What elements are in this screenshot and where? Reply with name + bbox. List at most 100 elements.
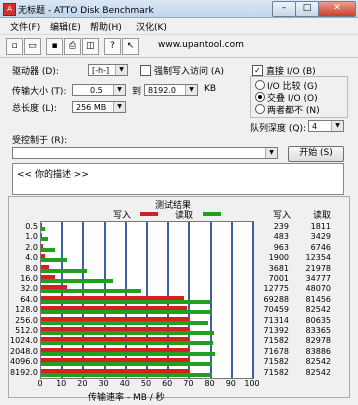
chevron-down-icon: ▼ — [113, 85, 125, 95]
maximize-button[interactable]: □ — [295, 1, 319, 17]
print-icon[interactable]: ⎙ — [64, 38, 81, 55]
help-icon[interactable]: ? — [104, 38, 121, 55]
print-preview-icon[interactable]: ◫ — [82, 38, 99, 55]
close-button[interactable]: ✕ — [318, 1, 356, 17]
read-value: 21978 — [305, 263, 331, 273]
write-value: 71582 — [263, 367, 289, 377]
write-value: 12775 — [263, 284, 289, 294]
read-bar — [41, 289, 141, 294]
io-none-label: 两者都不 (N) — [267, 106, 320, 116]
force-write-checkbox[interactable] — [140, 65, 151, 76]
transfer-from-value: 0.5 — [90, 86, 103, 95]
write-value: 70459 — [263, 305, 289, 315]
total-length-select[interactable]: 256 MB ▼ — [72, 101, 126, 113]
read-bar — [41, 299, 210, 304]
open-folder-icon[interactable]: ▭ — [24, 38, 41, 55]
transfer-to-select[interactable]: 8192.0 ▼ — [144, 84, 198, 96]
read-value: 1811 — [310, 222, 331, 231]
chart-plot-area — [40, 221, 254, 379]
to-label: 到 — [132, 87, 142, 97]
menu-file[interactable]: 文件(F) — [10, 20, 40, 33]
new-file-icon[interactable]: ▫ — [6, 38, 23, 55]
read-value: 82542 — [305, 367, 331, 377]
write-value: 1900 — [268, 253, 289, 263]
start-button[interactable]: 开始 (S) — [288, 146, 344, 162]
legend-write-swatch — [140, 212, 158, 216]
read-value: 80635 — [305, 315, 331, 325]
y-category-label: 128.0 — [15, 305, 38, 315]
io-compare-radio[interactable] — [255, 80, 265, 90]
read-bar — [41, 227, 45, 231]
x-tick-label: 40 — [119, 379, 130, 388]
controlled-by-field[interactable]: ▼ — [12, 147, 278, 159]
legend-read-label: 读取 — [175, 211, 194, 221]
read-value: 83365 — [305, 326, 331, 335]
x-tick-label: 60 — [162, 379, 173, 388]
y-category-label: 512.0 — [15, 326, 38, 335]
description-field[interactable]: << 你的描述 >> — [12, 163, 344, 195]
chevron-down-icon: ▼ — [265, 148, 277, 158]
io-overlap-radio[interactable] — [255, 92, 265, 102]
menu-edit[interactable]: 编辑(E) — [50, 20, 81, 33]
queue-depth-label: 队列深度 (Q): — [250, 124, 306, 134]
read-bar — [41, 310, 212, 315]
read-bar — [41, 351, 215, 356]
menu-help[interactable]: 帮助(H) — [90, 20, 122, 33]
read-bar — [41, 279, 113, 283]
read-bar — [41, 258, 67, 263]
menu-localize[interactable]: 汉化(K) — [136, 20, 167, 33]
title-bar: A 无标题 - ATTO Disk Benchmark – □ ✕ — [0, 0, 358, 18]
read-bar — [41, 372, 212, 377]
y-category-label: 8.0 — [25, 263, 38, 273]
read-value: 82542 — [305, 305, 331, 315]
x-tick-label: 30 — [98, 379, 109, 388]
read-bar — [41, 320, 208, 325]
chevron-down-icon: ▼ — [185, 85, 197, 95]
save-icon[interactable]: ▪ — [46, 38, 63, 55]
x-tick-label: 90 — [225, 379, 236, 388]
read-value: 34777 — [305, 274, 331, 283]
transfer-size-label: 传输大小 (T): — [12, 87, 67, 97]
website-link[interactable]: www.upantool.com — [158, 40, 244, 50]
x-tick-label: 70 — [183, 379, 194, 388]
write-value: 71314 — [263, 315, 289, 325]
x-tick-label: 50 — [140, 379, 152, 388]
drive-value: [-h-] — [92, 66, 110, 75]
io-none-radio[interactable] — [255, 104, 265, 114]
read-value: 3429 — [310, 232, 331, 242]
queue-depth-value: 4 — [312, 122, 318, 131]
x-axis-label: 传输速率 - MB / 秒 — [88, 393, 165, 403]
y-category-label: 1024.0 — [10, 336, 38, 346]
write-value: 239 — [273, 222, 289, 231]
read-bar — [41, 237, 49, 242]
grid-line — [230, 222, 233, 378]
y-category-label: 2.0 — [25, 242, 38, 252]
write-column-header: 写入 — [273, 211, 292, 221]
y-category-label: 0.5 — [25, 222, 38, 231]
write-value: 7001 — [268, 274, 289, 283]
read-value: 6746 — [310, 242, 331, 252]
read-bar — [41, 362, 212, 367]
queue-depth-select[interactable]: 4 ▼ — [308, 120, 344, 132]
read-bar — [41, 341, 213, 346]
window-title: 无标题 - ATTO Disk Benchmark — [18, 6, 154, 16]
toolbar: ▫ ▭ ▪ ⎙ ◫ ? ↖ www.upantool.com — [0, 34, 358, 58]
read-bar — [41, 247, 55, 252]
chevron-down-icon: ▼ — [331, 121, 343, 131]
menu-bar: 文件(F) 编辑(E) 帮助(H) 汉化(K) — [0, 18, 358, 33]
direct-io-checkbox[interactable]: ✓ — [252, 65, 263, 76]
y-category-label: 32.0 — [20, 284, 38, 294]
drive-label: 驱动器 (D): — [12, 67, 59, 77]
y-category-label: 2048.0 — [10, 346, 38, 356]
read-bar — [41, 268, 87, 273]
read-value: 82978 — [305, 336, 331, 346]
y-category-label: 1.0 — [25, 232, 38, 242]
write-value: 963 — [273, 242, 289, 252]
x-tick-label: 20 — [77, 379, 88, 388]
context-help-icon[interactable]: ↖ — [122, 38, 139, 55]
drive-select[interactable]: [-h-] ▼ — [88, 64, 128, 76]
transfer-from-select[interactable]: 0.5 ▼ — [72, 84, 126, 96]
minimize-button[interactable]: – — [272, 1, 296, 17]
total-length-value: 256 MB — [76, 103, 107, 112]
y-category-label: 64.0 — [20, 294, 38, 304]
